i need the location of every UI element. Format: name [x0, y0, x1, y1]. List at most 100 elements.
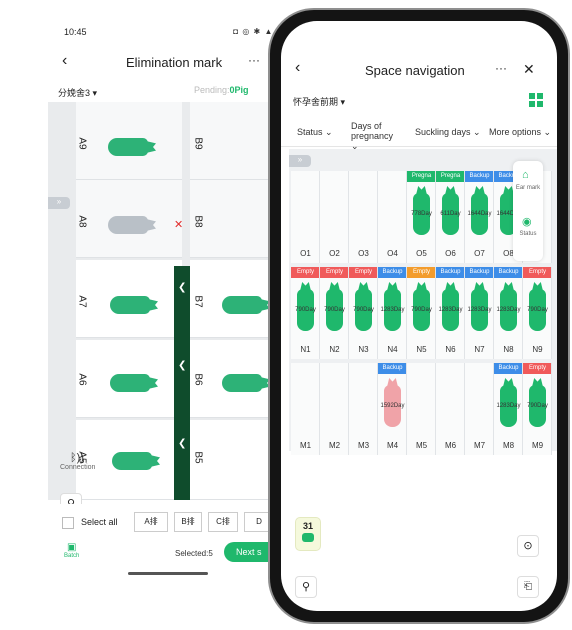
ear-mark-label: Ear mark	[515, 185, 541, 191]
days-label: 790Day	[411, 307, 432, 313]
back-arrow-icon[interactable]: ‹	[62, 52, 67, 70]
search-icon[interactable]: ⚲	[295, 576, 317, 598]
pen-cell[interactable]: Empty 790Day N9	[523, 267, 552, 359]
pen-cell[interactable]: O2	[320, 171, 349, 263]
close-button[interactable]: ✕	[523, 61, 535, 78]
row-filter-button[interactable]: B排	[174, 512, 202, 532]
pen-label: N1	[300, 345, 311, 354]
pen-cell[interactable]: Backup 1644Day O7	[465, 171, 494, 263]
status-icon[interactable]: ◉	[522, 215, 532, 228]
pen-label: A6	[76, 373, 88, 386]
pen-cell[interactable]: Pregna 778Day O5	[407, 171, 436, 263]
collapse-icon[interactable]: »	[289, 155, 311, 167]
pen-cell[interactable]: O1	[291, 171, 320, 263]
pending-label: Pending:	[194, 85, 230, 95]
chevron-left-icon[interactable]: ❮	[178, 438, 186, 449]
calendar-date: 31	[302, 521, 313, 531]
calendar-button[interactable]: 31	[295, 517, 321, 551]
pen-label: N4	[387, 345, 398, 354]
pen-label: M5	[415, 441, 428, 450]
days-label: 1283Day	[467, 307, 492, 313]
chevron-left-icon[interactable]: ❮	[178, 360, 186, 371]
pen-cell[interactable]: Backup 1283Day N4	[378, 267, 407, 359]
connection-button[interactable]: ᛒ)) Connection	[60, 452, 96, 471]
pen-label: O3	[358, 249, 369, 258]
pig-icon[interactable]	[110, 374, 150, 392]
connection-label: Connection	[60, 464, 96, 471]
pen-cell[interactable]: Backup 1283Day N7	[465, 267, 494, 359]
days-label: 1283Day	[496, 307, 521, 313]
pen-cell[interactable]: M3	[349, 363, 378, 455]
status-tag: Empty	[523, 363, 551, 374]
pen-cell[interactable]: Empty 790Day N5	[407, 267, 436, 359]
pen-cell[interactable]: M5	[407, 363, 436, 455]
pen-label: O5	[416, 249, 427, 258]
pen-label: M2	[328, 441, 341, 450]
chevron-left-icon[interactable]: ❮	[178, 282, 186, 293]
farm-selector[interactable]: 怀孕舍前期 ▾	[293, 95, 345, 108]
exit-icon[interactable]: ⎗	[517, 576, 539, 598]
status-tag: Empty	[320, 267, 348, 278]
pen-cell[interactable]: Backup 1283Day M8	[494, 363, 523, 455]
pen-cell[interactable]: Empty 790Day M9	[523, 363, 552, 455]
row-filter-button[interactable]: A排	[134, 512, 168, 532]
pending-value: 0Pig	[229, 85, 249, 95]
pen-cell[interactable]: M6	[436, 363, 465, 455]
filter-more-options[interactable]: More options ⌄	[489, 127, 551, 137]
pen-label: N6	[445, 345, 456, 354]
pen-cell[interactable]: Empty 790Day N3	[349, 267, 378, 359]
status-tag: Backup	[465, 171, 493, 182]
filter-suckling-days[interactable]: Suckling days ⌄	[415, 127, 481, 137]
pig-icon[interactable]	[222, 374, 262, 392]
pen-label: O1	[300, 249, 311, 258]
status-label: Status	[519, 231, 537, 237]
days-label: 790Day	[295, 307, 316, 313]
pen-cell[interactable]: Pregna 611Day O6	[436, 171, 465, 263]
pen-cell[interactable]: M2	[320, 363, 349, 455]
filter-status[interactable]: Status ⌄	[297, 127, 333, 137]
status-tag: Backup	[465, 267, 493, 278]
pen-cell[interactable]: Backup 1592Day M4	[378, 363, 407, 455]
days-label: 790Day	[324, 307, 345, 313]
locate-icon[interactable]: ⊙	[517, 535, 539, 557]
pen-cell[interactable]: Backup 1283Day N8	[494, 267, 523, 359]
batch-button[interactable]: ▣ Batch	[64, 542, 79, 559]
row-filter-button[interactable]: C排	[208, 512, 238, 532]
pen-label: O7	[474, 249, 485, 258]
pen-row	[76, 102, 280, 180]
pig-icon[interactable]	[110, 296, 150, 314]
pen-cell[interactable]: M1	[291, 363, 320, 455]
remove-icon[interactable]: ✕	[174, 218, 183, 231]
pen-cell[interactable]: Empty 790Day N2	[320, 267, 349, 359]
more-button[interactable]: ···	[495, 61, 507, 75]
grid-view-icon[interactable]	[529, 93, 543, 107]
pen-label: N5	[416, 345, 427, 354]
pen-label: O4	[387, 249, 398, 258]
pig-icon[interactable]	[222, 296, 262, 314]
more-button[interactable]: ···	[248, 53, 260, 67]
farm-selector[interactable]: 分娩舍3 ▾	[58, 86, 97, 99]
pig-icon[interactable]	[108, 138, 148, 156]
back-arrow-icon[interactable]: ‹	[295, 59, 300, 77]
selected-column-bar	[174, 266, 190, 500]
status-tag: Empty	[523, 267, 551, 278]
bluetooth-icon: ᛒ))	[70, 452, 84, 464]
pen-cell[interactable]: Empty 790Day N1	[291, 267, 320, 359]
pen-cell[interactable]: Backup 1283Day N6	[436, 267, 465, 359]
pen-label: N8	[503, 345, 514, 354]
ear-mark-icon[interactable]: ⌂	[522, 169, 529, 181]
pen-cell[interactable]: O4	[378, 171, 407, 263]
filter-days-of-pregnancy[interactable]: Days of pregnancy ⌄	[351, 121, 403, 151]
pen-label: B6	[192, 373, 204, 386]
page-title: Elimination mark	[126, 55, 223, 70]
pig-icon[interactable]	[108, 216, 148, 234]
days-label: 1592Day	[380, 403, 405, 409]
pen-cell[interactable]: O3	[349, 171, 378, 263]
select-all-checkbox[interactable]	[62, 517, 74, 529]
pen-label: B8	[192, 215, 204, 228]
status-tag: Backup	[378, 363, 406, 374]
pig-icon[interactable]	[112, 452, 152, 470]
pig-icon	[302, 533, 314, 542]
collapse-icon[interactable]: »	[48, 197, 70, 209]
pen-cell[interactable]: M7	[465, 363, 494, 455]
